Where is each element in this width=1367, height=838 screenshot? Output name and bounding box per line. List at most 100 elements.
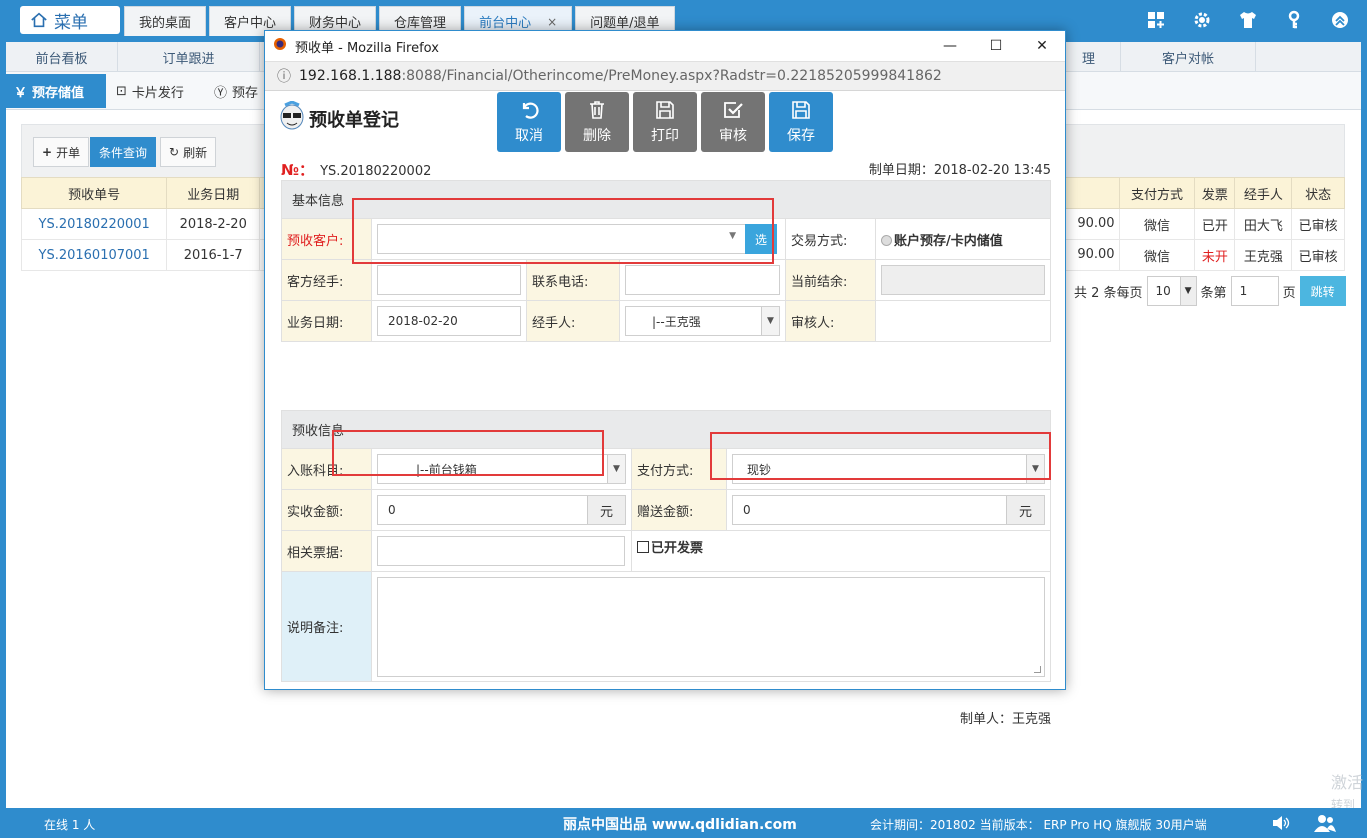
page-title: 预收单登记 <box>309 110 399 131</box>
tab-desktop[interactable]: 我的桌面 <box>124 6 207 36</box>
per-page-value: 10 <box>1155 284 1171 298</box>
page-value: 1 <box>1239 284 1248 298</box>
cardtab-prestore[interactable]: ￥ 预存储值 <box>6 74 106 108</box>
print-button[interactable]: 打印 <box>633 92 697 152</box>
field-label: 说明备注: <box>281 571 372 682</box>
menu-button[interactable]: 菜单 <box>20 6 120 34</box>
audit-button[interactable]: 审核 <box>701 92 765 152</box>
button-label: 删除 <box>583 128 611 144</box>
received-cell: 0元 <box>371 489 632 531</box>
gear-icon[interactable] <box>1191 9 1213 31</box>
pager-label: 条第 <box>1200 285 1227 301</box>
watermark-line: 激活 <box>1330 773 1363 792</box>
biz-date-input[interactable]: 2018-02-20 <box>377 306 521 336</box>
gift-amount-input[interactable]: 0元 <box>732 495 1045 525</box>
users-icon[interactable] <box>1314 813 1336 833</box>
trade-value: 账户预存/卡内储值 <box>894 233 1003 249</box>
document-number: №： YS.20180220002 <box>281 159 431 180</box>
subnav-manage[interactable]: 理 <box>1066 42 1121 72</box>
close-icon[interactable]: ✕ <box>1019 31 1065 61</box>
query-button[interactable]: 条件查询 <box>90 137 157 167</box>
phone-input[interactable] <box>625 265 780 295</box>
cell: 田大飞 <box>1234 208 1293 240</box>
cardtab-card-issue[interactable]: ⊡ 卡片发行 <box>108 74 192 108</box>
trash-icon <box>590 101 604 119</box>
tab-label: 客户中心 <box>224 16 277 31</box>
handler-cell: |--王克强 ▼ <box>619 300 786 342</box>
contact-input[interactable] <box>377 265 521 295</box>
tab-label: 仓库管理 <box>394 16 447 31</box>
undo-icon <box>522 102 539 119</box>
cell: 微信 <box>1118 208 1196 240</box>
doc-no-link[interactable]: YS.20160107001 <box>20 239 168 271</box>
cell: 2016-1-7 <box>166 239 261 271</box>
version-info: 会计期间：201802 当前版本： ERP Pro HQ 旗舰版 30用户端 <box>870 818 1207 832</box>
button-label: 刷新 <box>183 145 208 160</box>
trade-radio[interactable] <box>881 234 892 246</box>
speaker-icon[interactable] <box>1270 813 1292 833</box>
delete-button[interactable]: 删除 <box>565 92 629 152</box>
cardtab-prestore-2[interactable]: Ⓨ 预存 <box>206 74 266 108</box>
doc-no-link[interactable]: YS.20180220001 <box>20 208 168 240</box>
button-label: 保存 <box>787 128 815 144</box>
menu-label: 菜单 <box>54 12 88 33</box>
online-count: 在线 1 人 <box>44 818 96 832</box>
button-label: 审核 <box>719 128 747 144</box>
plus-icon: + <box>42 145 53 159</box>
page-title-block: 预收单登记 <box>279 101 399 137</box>
biz-date-cell: 2018-02-20 <box>371 300 527 342</box>
handler-select[interactable]: |--王克强 ▼ <box>625 306 780 336</box>
page-input[interactable]: 1 <box>1230 276 1279 306</box>
minimize-icon[interactable]: — <box>927 31 973 61</box>
ticket-cell <box>371 530 632 572</box>
per-page-select[interactable]: 10 ▼ <box>1146 276 1197 306</box>
cardtab-label: 预存储值 <box>32 85 85 101</box>
invoice-checkbox[interactable] <box>637 541 649 553</box>
subnav-order-follow[interactable]: 订单跟进 <box>118 42 260 72</box>
cardtab-label: 预存 <box>232 85 259 101</box>
unit-label: 元 <box>587 496 625 524</box>
gift-value: 0 <box>743 503 751 517</box>
cancel-button[interactable]: 取消 <box>497 92 561 152</box>
resize-grip-icon[interactable] <box>1034 665 1041 673</box>
note-textarea[interactable] <box>377 576 1045 677</box>
cardtab-label: 卡片发行 <box>131 85 184 101</box>
biz-date-value: 2018-02-20 <box>388 314 458 328</box>
cell: 2018-2-20 <box>166 208 261 240</box>
cell: 微信 <box>1118 239 1196 271</box>
cell: 已审核 <box>1291 239 1345 271</box>
chevron-down-icon: ▼ <box>607 455 625 483</box>
new-button[interactable]: + 开单 <box>33 137 90 167</box>
phone-cell <box>619 259 786 301</box>
field-label: 赠送金额: <box>631 489 727 531</box>
save-button[interactable]: 保存 <box>769 92 833 152</box>
app-root: 菜单 我的桌面 客户中心 财务中心 仓库管理 前台中心 × 问题单/退单 前台看板… <box>0 0 1367 838</box>
document-date: 制单日期：2018-02-20 13:45 <box>868 163 1051 178</box>
cell: 未开 <box>1194 239 1236 271</box>
subnav-reconcile[interactable]: 客户对帐 <box>1121 42 1256 72</box>
key-icon[interactable] <box>1283 9 1305 31</box>
maximize-icon[interactable]: ☐ <box>973 31 1019 61</box>
trade-cell: 账户预存/卡内储值 <box>875 218 1051 260</box>
invoice-label: 已开发票 <box>651 541 704 556</box>
shirt-icon[interactable] <box>1237 9 1259 31</box>
window-title: 预收单 - Mozilla Firefox <box>295 40 439 56</box>
col-status: 状态 <box>1291 177 1345 209</box>
cell: 王克强 <box>1234 239 1293 271</box>
received-amount-input[interactable]: 0元 <box>377 495 626 525</box>
tab-label: 前台中心 <box>479 16 532 31</box>
subnav-front-board[interactable]: 前台看板 <box>6 42 118 72</box>
balance-cell <box>875 259 1051 301</box>
go-button[interactable]: 跳转 <box>1299 276 1346 306</box>
collapse-icon[interactable] <box>1329 9 1351 31</box>
info-icon[interactable]: ⓘ <box>277 66 291 86</box>
grid-add-icon[interactable] <box>1145 9 1167 31</box>
refresh-button[interactable]: ↻ 刷新 <box>160 137 217 167</box>
url-bar[interactable]: ⓘ 192.168.1.188:8088/Financial/Otherinco… <box>265 61 1065 91</box>
invoice-cell: 已开发票 <box>631 530 1051 572</box>
field-label: 当前结余: <box>785 259 876 301</box>
tab-label: 我的桌面 <box>139 16 192 31</box>
highlight-box-customer <box>352 198 774 264</box>
ticket-input[interactable] <box>377 536 625 566</box>
close-icon[interactable]: × <box>547 15 557 29</box>
